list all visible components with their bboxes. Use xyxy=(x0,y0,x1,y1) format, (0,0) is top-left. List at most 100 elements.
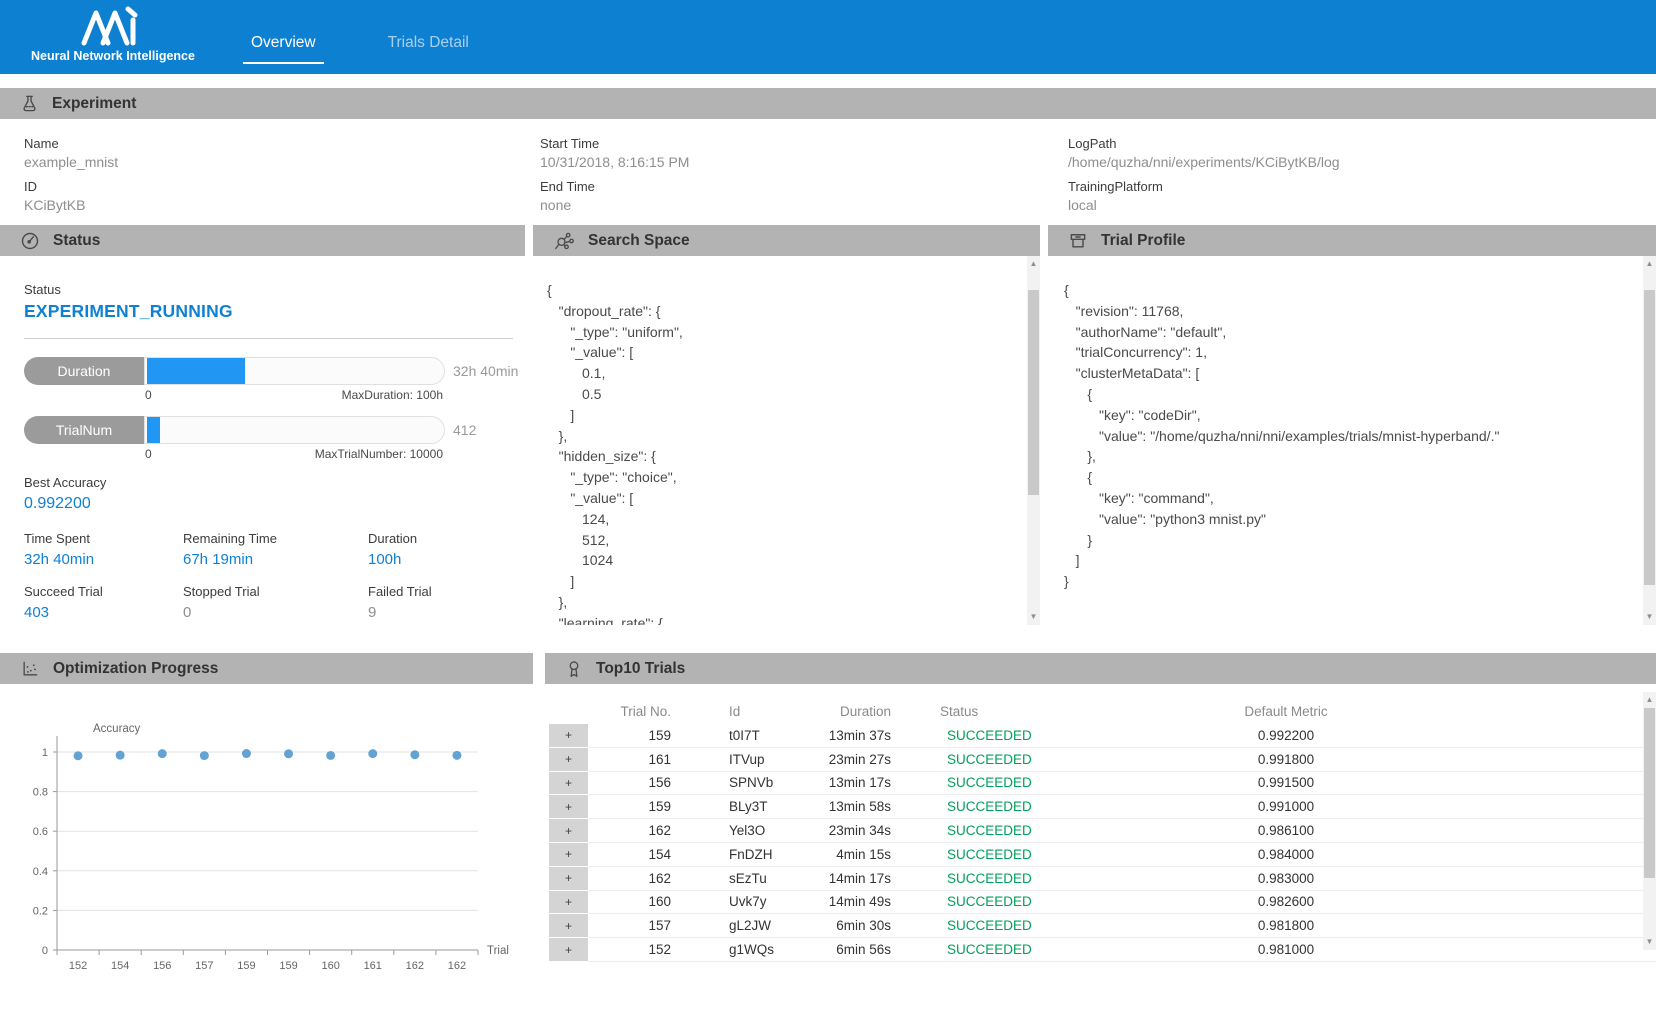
tab-trials-detail[interactable]: Trials Detail xyxy=(380,34,477,64)
trialnum-bar-fill xyxy=(147,417,160,443)
cell-id: BLy3T xyxy=(678,795,823,819)
svg-text:0.2: 0.2 xyxy=(33,905,48,917)
cell-duration: 6min 56s xyxy=(823,938,891,962)
stat-label: Remaining Time xyxy=(183,531,368,546)
field-label: Name xyxy=(24,136,540,151)
divider xyxy=(24,338,513,339)
expand-row-button[interactable]: + xyxy=(549,772,588,796)
scatter-chart-icon xyxy=(20,659,40,679)
expand-row-button[interactable]: + xyxy=(549,867,588,891)
field-value: example_mnist xyxy=(24,154,540,170)
tab-overview[interactable]: Overview xyxy=(243,34,324,64)
app-header: Neural Network Intelligence Overview Tri… xyxy=(0,0,1656,74)
best-accuracy-value: 0.992200 xyxy=(24,495,519,513)
cell-trial-no: 152 xyxy=(588,938,678,962)
molecule-icon xyxy=(553,231,575,251)
scroll-up-icon[interactable]: ▲ xyxy=(1643,694,1656,706)
cell-default-metric: 0.986100 xyxy=(1131,819,1441,843)
optimization-header: Optimization Progress xyxy=(0,653,533,684)
field-value: none xyxy=(540,197,1068,213)
scroll-down-icon[interactable]: ▼ xyxy=(1643,611,1656,623)
svg-text:0: 0 xyxy=(42,945,48,957)
field-value: KCiBytKB xyxy=(24,197,540,213)
scrollbar-thumb[interactable] xyxy=(1644,708,1655,878)
trial-profile-title: Trial Profile xyxy=(1101,232,1185,250)
cell-trial-no: 162 xyxy=(588,867,678,891)
svg-text:152: 152 xyxy=(69,960,87,972)
expand-row-button[interactable]: + xyxy=(549,819,588,843)
duration-progress-bar: Duration 32h 40min xyxy=(24,357,519,385)
trialnum-bar-value: 412 xyxy=(445,422,519,438)
search-space-panel: Search Space { "dropout_rate": { "_type"… xyxy=(533,225,1040,625)
cell-default-metric: 0.983000 xyxy=(1131,867,1441,891)
search-space-header: Search Space xyxy=(533,225,1040,256)
svg-text:157: 157 xyxy=(195,960,213,972)
cell-duration: 13min 37s xyxy=(823,724,891,748)
cell-status: SUCCEEDED xyxy=(891,748,1131,772)
top10-scrollbar[interactable]: ▲ ▼ xyxy=(1643,692,1656,950)
cell-default-metric: 0.982600 xyxy=(1131,891,1441,915)
table-row: +159BLy3T13min 58sSUCCEEDED0.991000 xyxy=(549,795,1656,819)
optimization-panel: Optimization Progress 10.80.60.40.201521… xyxy=(0,653,533,992)
search-space-scrollbar[interactable]: ▲ ▼ xyxy=(1027,256,1040,625)
cell-duration: 6min 30s xyxy=(823,914,891,938)
scroll-up-icon[interactable]: ▲ xyxy=(1027,258,1040,270)
stat-value: 100h xyxy=(368,551,519,568)
experiment-section-header: Experiment xyxy=(0,88,1656,119)
expand-row-button[interactable]: + xyxy=(549,843,588,867)
cell-default-metric: 0.991800 xyxy=(1131,748,1441,772)
cell-status: SUCCEEDED xyxy=(891,938,1131,962)
scrollbar-thumb[interactable] xyxy=(1028,290,1039,495)
stat-label: Time Spent xyxy=(24,531,183,546)
nni-logo[interactable]: Neural Network Intelligence xyxy=(28,6,198,63)
cell-id: g1WQs xyxy=(678,938,823,962)
field-value: /home/quzha/nni/experiments/KCiBytKB/log xyxy=(1068,154,1656,170)
optimization-chart-svg: 10.80.60.40.2015215415615715915916016116… xyxy=(0,684,533,984)
trialnum-bar-min: 0 xyxy=(145,447,152,461)
svg-text:0.8: 0.8 xyxy=(33,787,48,799)
trial-profile-scrollbar[interactable]: ▲ ▼ xyxy=(1643,256,1656,625)
stat-label: Stopped Trial xyxy=(183,584,368,599)
svg-text:156: 156 xyxy=(153,960,171,972)
expand-row-button[interactable]: + xyxy=(549,795,588,819)
expand-row-button[interactable]: + xyxy=(549,724,588,748)
cell-trial-no: 157 xyxy=(588,914,678,938)
duration-bar-fill xyxy=(147,358,245,384)
status-panel: Status Status EXPERIMENT_RUNNING Duratio… xyxy=(0,225,525,625)
cell-id: FnDZH xyxy=(678,843,823,867)
cell-status: SUCCEEDED xyxy=(891,772,1131,796)
table-row: +157gL2JW6min 30sSUCCEEDED0.981800 xyxy=(549,914,1656,938)
expand-row-button[interactable]: + xyxy=(549,748,588,772)
scroll-up-icon[interactable]: ▲ xyxy=(1643,258,1656,270)
best-accuracy-label: Best Accuracy xyxy=(24,475,519,490)
cell-trial-no: 160 xyxy=(588,891,678,915)
field-label: Start Time xyxy=(540,136,1068,151)
cell-default-metric: 0.981000 xyxy=(1131,938,1441,962)
cell-duration: 13min 17s xyxy=(823,772,891,796)
nni-logo-mark xyxy=(81,6,145,46)
field-value: local xyxy=(1068,197,1656,213)
cell-id: gL2JW xyxy=(678,914,823,938)
cell-trial-no: 159 xyxy=(588,724,678,748)
expand-row-button[interactable]: + xyxy=(549,938,588,962)
stat-value: 67h 19min xyxy=(183,551,368,568)
expand-row-button[interactable]: + xyxy=(549,914,588,938)
table-row: +154FnDZH4min 15sSUCCEEDED0.984000 xyxy=(549,843,1656,867)
svg-text:160: 160 xyxy=(321,960,339,972)
cell-trial-no: 156 xyxy=(588,772,678,796)
scroll-down-icon[interactable]: ▼ xyxy=(1027,611,1040,623)
stat-label: Duration xyxy=(368,531,519,546)
col-status: Status xyxy=(891,698,1131,724)
scrollbar-thumb[interactable] xyxy=(1644,290,1655,585)
scroll-down-icon[interactable]: ▼ xyxy=(1643,936,1656,948)
cell-duration: 23min 27s xyxy=(823,748,891,772)
status-value: EXPERIMENT_RUNNING xyxy=(24,301,519,322)
col-default-metric: Default Metric xyxy=(1131,698,1441,724)
cell-default-metric: 0.991500 xyxy=(1131,772,1441,796)
cell-id: ITVup xyxy=(678,748,823,772)
expand-row-button[interactable]: + xyxy=(549,891,588,915)
medal-icon xyxy=(565,659,583,679)
svg-text:162: 162 xyxy=(448,960,466,972)
cell-default-metric: 0.991000 xyxy=(1131,795,1441,819)
trialnum-bar-track xyxy=(144,416,445,444)
